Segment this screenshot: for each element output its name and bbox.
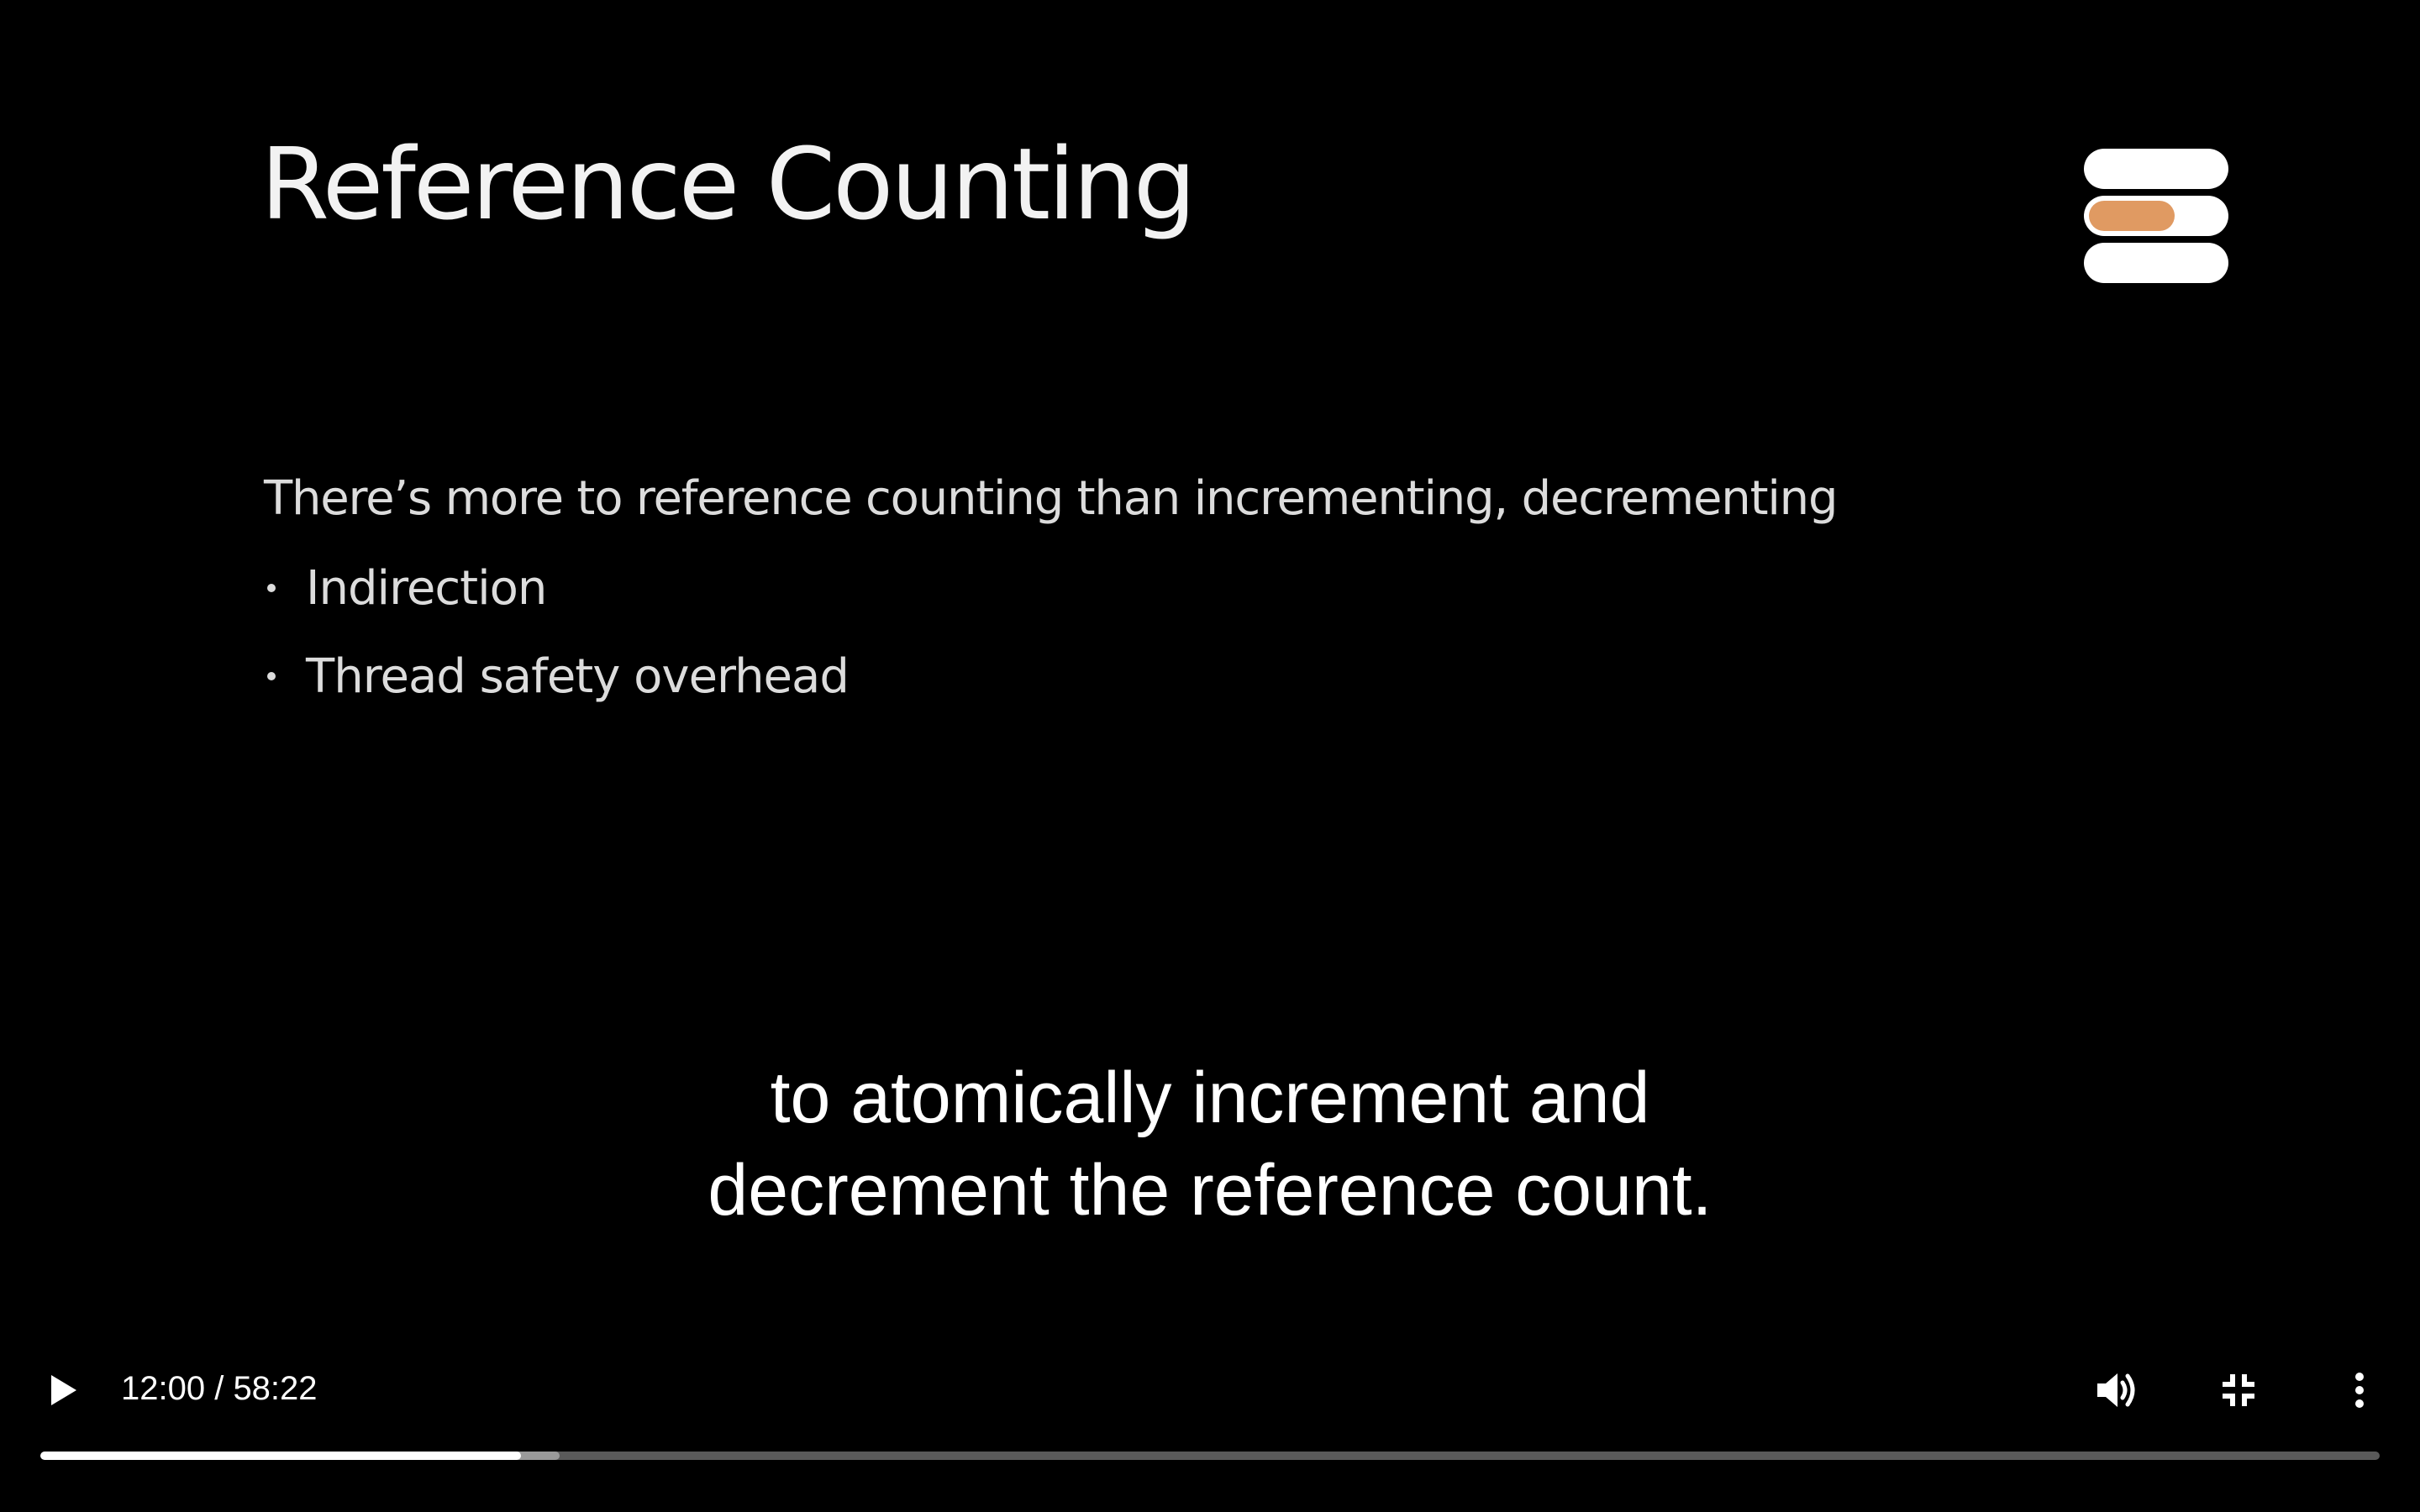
bullet-dot-icon: [267, 672, 276, 680]
slide-intro-text: There’s more to reference counting than …: [264, 471, 1839, 526]
bullet-dot-icon: [267, 584, 276, 592]
more-options-icon: [2355, 1373, 2364, 1408]
slide-title: Reference Counting: [260, 126, 1197, 242]
volume-button[interactable]: [2091, 1361, 2144, 1420]
slide-bullet-text: Thread safety overhead: [306, 648, 850, 704]
progress-played: [40, 1452, 522, 1460]
closed-captions: to atomically increment and decrement th…: [0, 1052, 2420, 1236]
more-options-button[interactable]: [2333, 1361, 2386, 1420]
play-button[interactable]: [37, 1361, 91, 1420]
slide-bullet: Indirection: [264, 561, 1837, 616]
slide-bullet-text: Indirection: [306, 560, 547, 616]
progress-bar[interactable]: [40, 1452, 2380, 1460]
slide-body: There’s more to reference counting than …: [264, 471, 1839, 741]
slide-bullet: Thread safety overhead: [264, 649, 1837, 704]
exit-fullscreen-icon: [2223, 1374, 2254, 1406]
time-display: 12:00 / 58:22: [121, 1370, 318, 1407]
caption-line: to atomically increment and: [770, 1058, 1650, 1138]
caption-line: decrement the reference count.: [708, 1150, 1712, 1231]
volume-icon: [2097, 1373, 2135, 1407]
video-player[interactable]: Reference Counting There’s more to refer…: [0, 0, 2420, 1512]
exit-fullscreen-button[interactable]: [2212, 1361, 2265, 1420]
play-icon: [51, 1375, 76, 1405]
stacked-pills-logo: [2084, 149, 2228, 283]
